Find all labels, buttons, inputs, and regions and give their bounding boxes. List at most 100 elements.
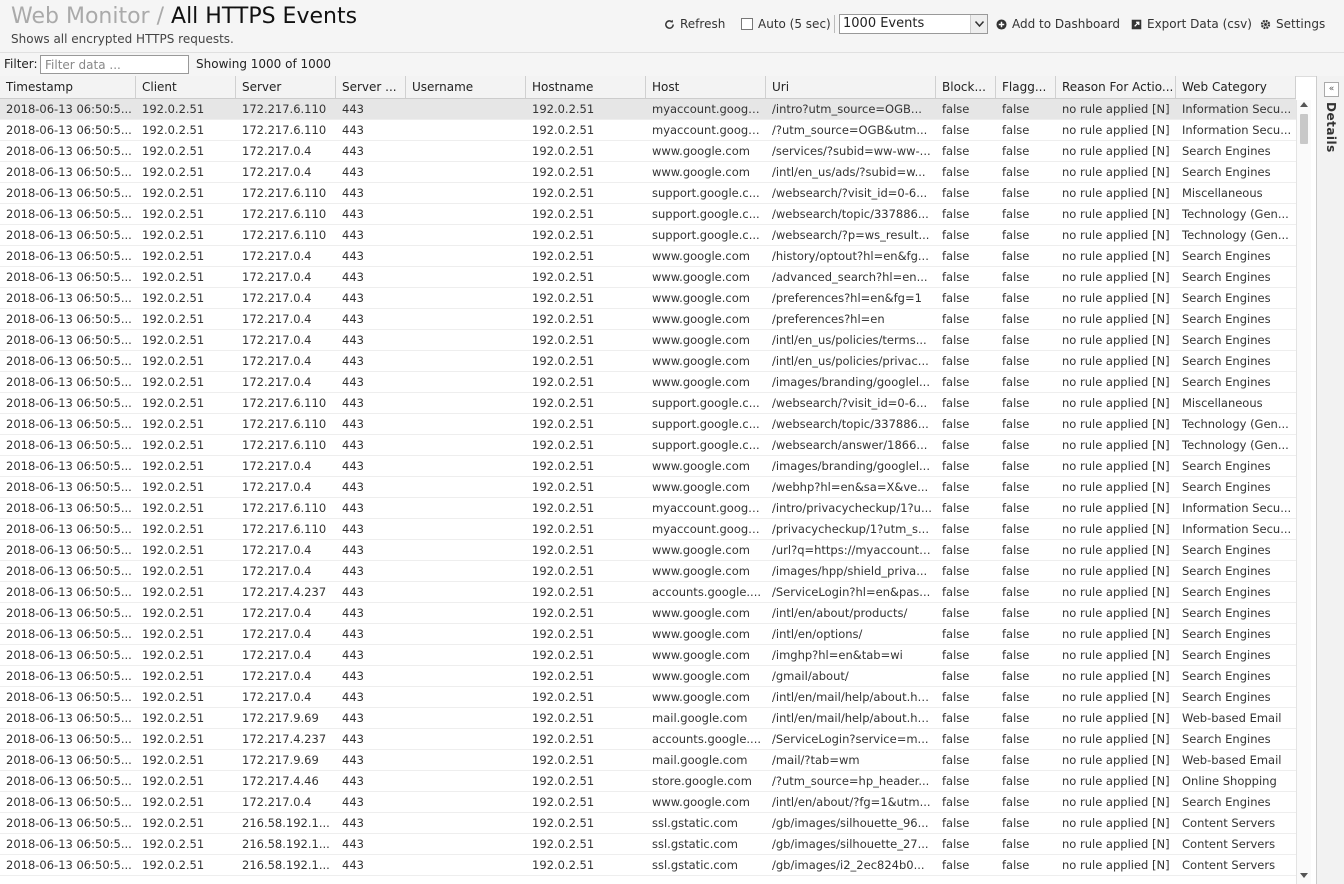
cell-timestamp: 2018-06-13 06:50:5... [6,543,132,557]
settings-button[interactable]: Settings [1260,13,1325,35]
table-row[interactable]: 2018-06-13 06:50:5... 192.0.2.51 172.217.9… [0,708,1296,729]
cell-username [406,435,526,455]
column-header-uri[interactable]: Uri [766,76,936,98]
cell-web-category: Search Engines [1182,270,1271,284]
table-row[interactable]: 2018-06-13 06:50:5... 192.0.2.51 172.217.6… [0,204,1296,225]
scroll-thumb[interactable] [1300,114,1308,144]
table-row[interactable]: 2018-06-13 06:50:5... 192.0.2.51 172.217.6… [0,519,1296,540]
cell-host: www.google.com [652,669,750,683]
cell-server-port: 443 [342,375,364,389]
cell-hostname: 192.0.2.51 [532,501,595,515]
table-row[interactable]: 2018-06-13 06:50:5... 192.0.2.51 172.217.0… [0,288,1296,309]
table-row[interactable]: 2018-06-13 06:50:5... 192.0.2.51 172.217.6… [0,393,1296,414]
cell-blocked: false [942,249,970,263]
column-header-server-port[interactable]: Server ... [336,76,406,98]
cell-hostname: 192.0.2.51 [532,207,595,221]
collapse-icon[interactable]: « [1324,82,1339,97]
auto-refresh-check[interactable] [741,18,753,30]
cell-client: 192.0.2.51 [142,543,205,557]
cell-uri: /gb/images/silhouette_96... [772,816,929,830]
events-count-select[interactable]: 1000 Events [839,14,988,34]
table-row[interactable]: 2018-06-13 06:50:5... 192.0.2.51 216.58.19… [0,813,1296,834]
cell-server-port: 443 [342,354,364,368]
cell-server: 172.217.0.4 [242,690,312,704]
column-header-client[interactable]: Client [136,76,236,98]
table-row[interactable]: 2018-06-13 06:50:5... 192.0.2.51 172.217.6… [0,498,1296,519]
table-row[interactable]: 2018-06-13 06:50:5... 192.0.2.51 172.217.0… [0,246,1296,267]
column-header-web-category[interactable]: Web Category [1176,76,1296,98]
table-row[interactable]: 2018-06-13 06:50:5... 192.0.2.51 172.217.6… [0,120,1296,141]
table-row[interactable]: 2018-06-13 06:50:5... 192.0.2.51 172.217.6… [0,414,1296,435]
table-row[interactable]: 2018-06-13 06:50:5... 192.0.2.51 172.217.0… [0,372,1296,393]
table-row[interactable]: 2018-06-13 06:50:5... 192.0.2.51 172.217.0… [0,162,1296,183]
scroll-down-icon[interactable] [1300,873,1308,878]
column-header-timestamp[interactable]: Timestamp [0,76,136,98]
column-header-host[interactable]: Host [646,76,766,98]
grid-scrollbar[interactable] [1296,100,1311,884]
table-row[interactable]: 2018-06-13 06:50:5... 192.0.2.51 172.217.6… [0,225,1296,246]
column-header-blocked[interactable]: Block... [936,76,996,98]
refresh-button[interactable]: Refresh [664,13,725,35]
cell-host: www.google.com [652,375,750,389]
cell-client: 192.0.2.51 [142,522,205,536]
table-row[interactable]: 2018-06-13 06:50:5... 192.0.2.51 172.217.9… [0,750,1296,771]
table-row[interactable]: 2018-06-13 06:50:5... 192.0.2.51 172.217.0… [0,561,1296,582]
filter-input[interactable] [40,55,189,74]
table-row[interactable]: 2018-06-13 06:50:5... 192.0.2.51 216.58.19… [0,855,1296,876]
scroll-up-icon[interactable] [1300,102,1308,107]
table-row[interactable]: 2018-06-13 06:50:5... 192.0.2.51 172.217.0… [0,624,1296,645]
table-row[interactable]: 2018-06-13 06:50:5... 192.0.2.51 216.58.19… [0,834,1296,855]
cell-blocked: false [942,753,970,767]
table-row[interactable]: 2018-06-13 06:50:5... 192.0.2.51 172.217.6… [0,183,1296,204]
cell-client: 192.0.2.51 [142,270,205,284]
table-row[interactable]: 2018-06-13 06:50:5... 192.0.2.51 172.217.4… [0,771,1296,792]
table-row[interactable]: 2018-06-13 06:50:5... 192.0.2.51 172.217.0… [0,267,1296,288]
table-row[interactable]: 2018-06-13 06:50:5... 192.0.2.51 172.217.6… [0,99,1296,120]
column-header-username[interactable]: Username [406,76,526,98]
cell-host: support.google.c... [652,207,760,221]
cell-server-port: 443 [342,102,364,116]
export-csv-button[interactable]: Export Data (csv) [1131,13,1252,35]
chevron-down-icon[interactable] [970,15,987,33]
table-row[interactable]: 2018-06-13 06:50:5... 192.0.2.51 172.217.0… [0,351,1296,372]
table-row[interactable]: 2018-06-13 06:50:5... 192.0.2.51 172.217.0… [0,666,1296,687]
table-row[interactable]: 2018-06-13 06:50:5... 192.0.2.51 172.217.0… [0,456,1296,477]
table-row[interactable]: 2018-06-13 06:50:5... 192.0.2.51 172.217.4… [0,582,1296,603]
cell-host: mail.google.com [652,753,748,767]
cell-timestamp: 2018-06-13 06:50:5... [6,627,132,641]
table-row[interactable]: 2018-06-13 06:50:5... 192.0.2.51 172.217.0… [0,603,1296,624]
details-panel[interactable]: « Details [1316,76,1344,884]
cell-host: www.google.com [652,543,750,557]
cell-blocked: false [942,333,970,347]
breadcrumb-web-monitor[interactable]: Web Monitor [11,4,150,29]
table-row[interactable]: 2018-06-13 06:50:5... 192.0.2.51 172.217.0… [0,540,1296,561]
table-row[interactable]: 2018-06-13 06:50:5... 192.0.2.51 172.217.0… [0,687,1296,708]
table-row[interactable]: 2018-06-13 06:50:5... 192.0.2.51 172.217.6… [0,435,1296,456]
cell-server: 216.58.192.1... [242,858,330,872]
cell-blocked: false [942,396,970,410]
table-row[interactable]: 2018-06-13 06:50:5... 192.0.2.51 172.217.0… [0,330,1296,351]
column-header-hostname[interactable]: Hostname [526,76,646,98]
cell-host: mail.google.com [652,711,748,725]
table-row[interactable]: 2018-06-13 06:50:5... 192.0.2.51 172.217.4… [0,729,1296,750]
auto-refresh-checkbox[interactable]: Auto (5 sec) [741,13,831,35]
cell-blocked: false [942,354,970,368]
cell-reason: no rule applied [N] [1062,585,1170,599]
cell-server: 172.217.0.4 [242,165,312,179]
table-row[interactable]: 2018-06-13 06:50:5... 192.0.2.51 172.217.0… [0,645,1296,666]
cell-username [406,561,526,581]
filter-bar: Filter: Showing 1000 of 1000 [0,53,1344,77]
add-to-dashboard-button[interactable]: Add to Dashboard [996,13,1120,35]
cell-host: accounts.google.... [652,585,762,599]
cell-timestamp: 2018-06-13 06:50:5... [6,396,132,410]
table-row[interactable]: 2018-06-13 06:50:5... 192.0.2.51 172.217.0… [0,141,1296,162]
column-header-reason[interactable]: Reason For Actio... [1056,76,1176,98]
cell-uri: /preferences?hl=en&fg=1 [772,291,922,305]
cell-server: 172.217.6.110 [242,501,327,515]
table-row[interactable]: 2018-06-13 06:50:5... 192.0.2.51 172.217.0… [0,309,1296,330]
column-header-server[interactable]: Server [236,76,336,98]
export-csv-label: Export Data (csv) [1147,17,1252,31]
table-row[interactable]: 2018-06-13 06:50:5... 192.0.2.51 172.217.0… [0,477,1296,498]
column-header-flagged[interactable]: Flagg... [996,76,1056,98]
table-row[interactable]: 2018-06-13 06:50:5... 192.0.2.51 172.217.0… [0,792,1296,813]
